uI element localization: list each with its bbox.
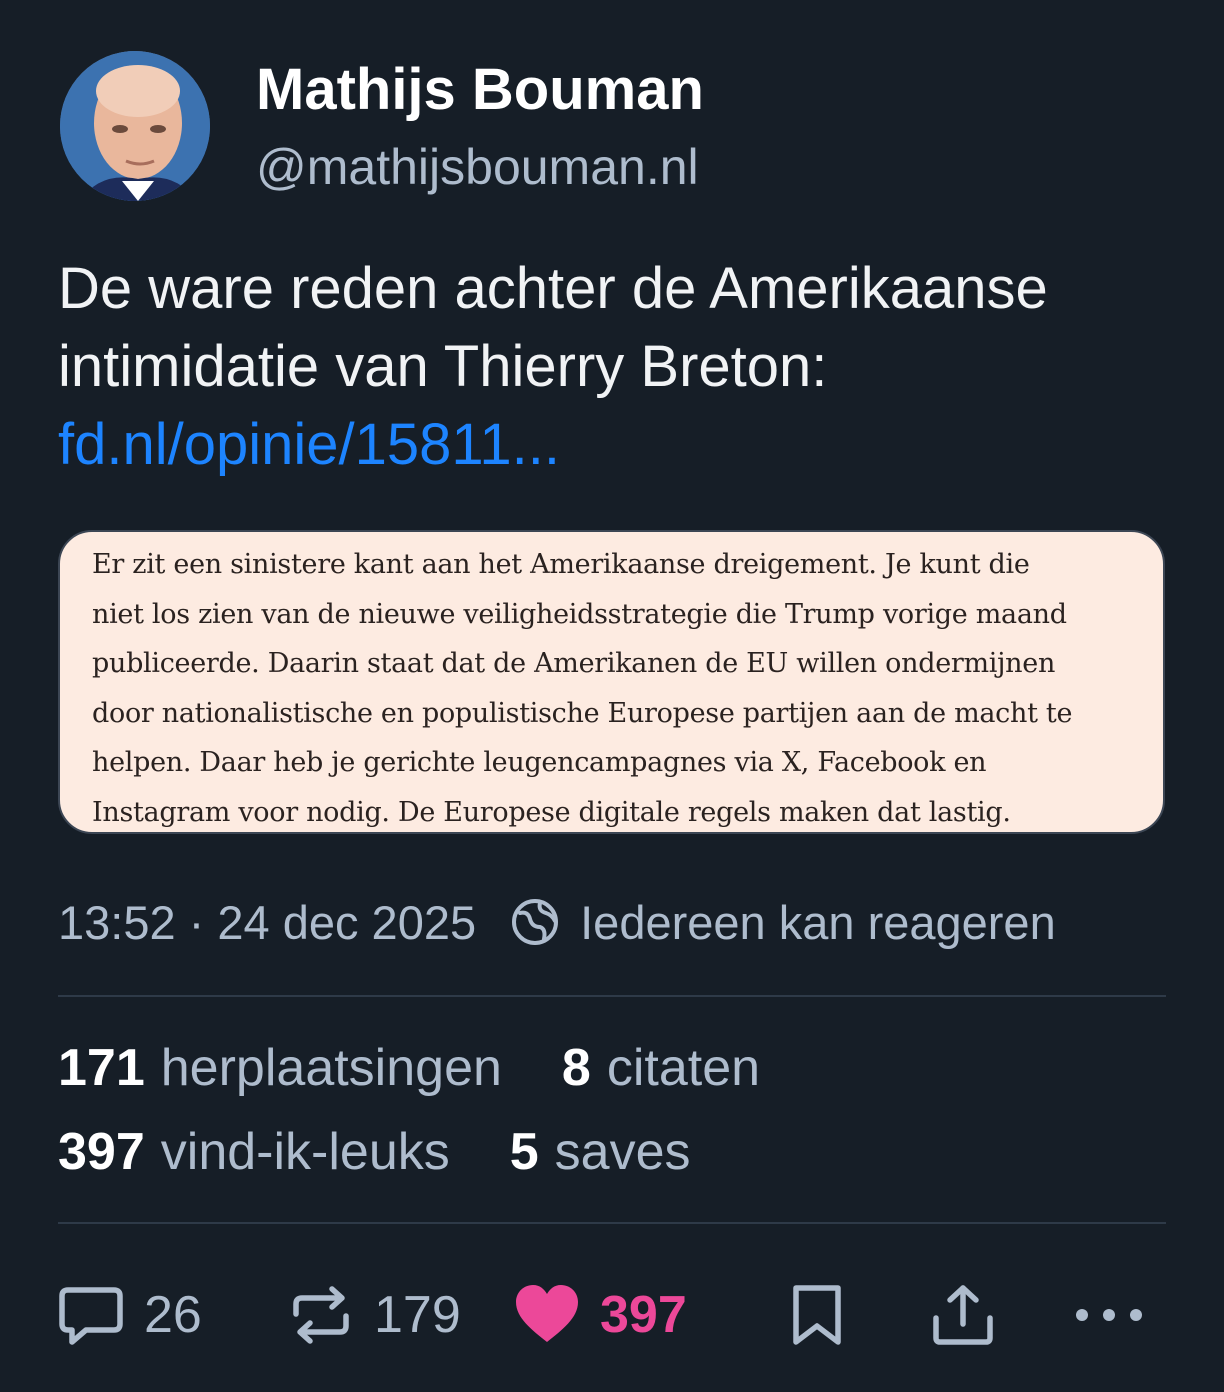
- stat-saves-count: 5: [509, 1123, 539, 1181]
- avatar[interactable]: [60, 51, 210, 201]
- reply-count: 26: [144, 1286, 202, 1344]
- share-button[interactable]: [928, 1280, 998, 1350]
- repost-button[interactable]: 179: [286, 1280, 461, 1350]
- stat-quotes[interactable]: 8 citaten: [562, 1038, 760, 1098]
- stat-likes-label: vind-ik-leuks: [160, 1123, 450, 1181]
- stats-row: 171 herplaatsingen 8 citaten: [58, 1038, 760, 1098]
- globe-icon: [510, 897, 560, 947]
- post-meta: 13:52 · 24 dec 2025 Iedereen kan reagere…: [58, 892, 1056, 952]
- repost-icon: [286, 1280, 356, 1350]
- like-button[interactable]: 397: [512, 1280, 687, 1350]
- post-text-line: intimidatie van Thierry Breton:: [58, 334, 828, 399]
- quote-image-text: Er zit een sinistere kant aan het Amerik…: [92, 540, 1163, 832]
- stat-likes[interactable]: 397 vind-ik-leuks: [58, 1122, 450, 1182]
- quote-line: niet los zien van de nieuwe veiligheidss…: [92, 598, 1067, 630]
- stat-likes-count: 397: [58, 1123, 145, 1181]
- reply-button[interactable]: 26: [56, 1280, 202, 1350]
- reply-icon: [56, 1280, 126, 1350]
- avatar-image: [60, 51, 210, 201]
- stat-saves-label: saves: [554, 1123, 691, 1181]
- like-icon: [512, 1280, 582, 1350]
- quote-line: helpen. Daar heb je gerichte leugencampa…: [92, 747, 987, 779]
- bookmark-icon: [782, 1280, 852, 1350]
- quote-line: door nationalistische en populistische E…: [92, 697, 1073, 729]
- stat-reposts[interactable]: 171 herplaatsingen: [58, 1038, 502, 1098]
- author-handle[interactable]: @mathijsbouman.nl: [256, 138, 699, 196]
- more-options-button[interactable]: [1072, 1280, 1146, 1350]
- share-icon: [928, 1280, 998, 1350]
- post-link[interactable]: fd.nl/opinie/15811...: [58, 406, 1178, 484]
- stats-row: 397 vind-ik-leuks 5 saves: [58, 1122, 691, 1182]
- bookmark-button[interactable]: [782, 1280, 852, 1350]
- post-text: De ware reden achter de Amerikaanse inti…: [58, 250, 1178, 484]
- post-timestamp: 13:52 · 24 dec 2025: [58, 895, 477, 949]
- stat-saves[interactable]: 5 saves: [510, 1122, 691, 1182]
- action-bar: 26 179 397: [56, 1280, 1166, 1350]
- like-count: 397: [600, 1286, 687, 1344]
- quote-line: Er zit een sinistere kant aan het Amerik…: [92, 549, 1030, 580]
- divider: [58, 995, 1166, 997]
- quote-image[interactable]: Er zit een sinistere kant aan het Amerik…: [58, 530, 1165, 834]
- divider: [58, 1222, 1166, 1224]
- more-icon: [1072, 1280, 1146, 1350]
- repost-count: 179: [374, 1286, 461, 1344]
- stat-reposts-label: herplaatsingen: [160, 1039, 502, 1097]
- post-text-line: De ware reden achter de Amerikaanse: [58, 256, 1048, 321]
- stat-quotes-count: 8: [561, 1039, 591, 1097]
- stat-quotes-label: citaten: [606, 1039, 761, 1097]
- quote-line: publiceerde. Daarin staat dat de Amerika…: [92, 648, 1056, 680]
- reply-setting[interactable]: Iedereen kan reageren: [580, 895, 1056, 950]
- stat-reposts-count: 171: [58, 1039, 145, 1097]
- author-name[interactable]: Mathijs Bouman: [256, 56, 704, 123]
- quote-line: Instagram voor nodig. De Europese digita…: [92, 796, 1011, 828]
